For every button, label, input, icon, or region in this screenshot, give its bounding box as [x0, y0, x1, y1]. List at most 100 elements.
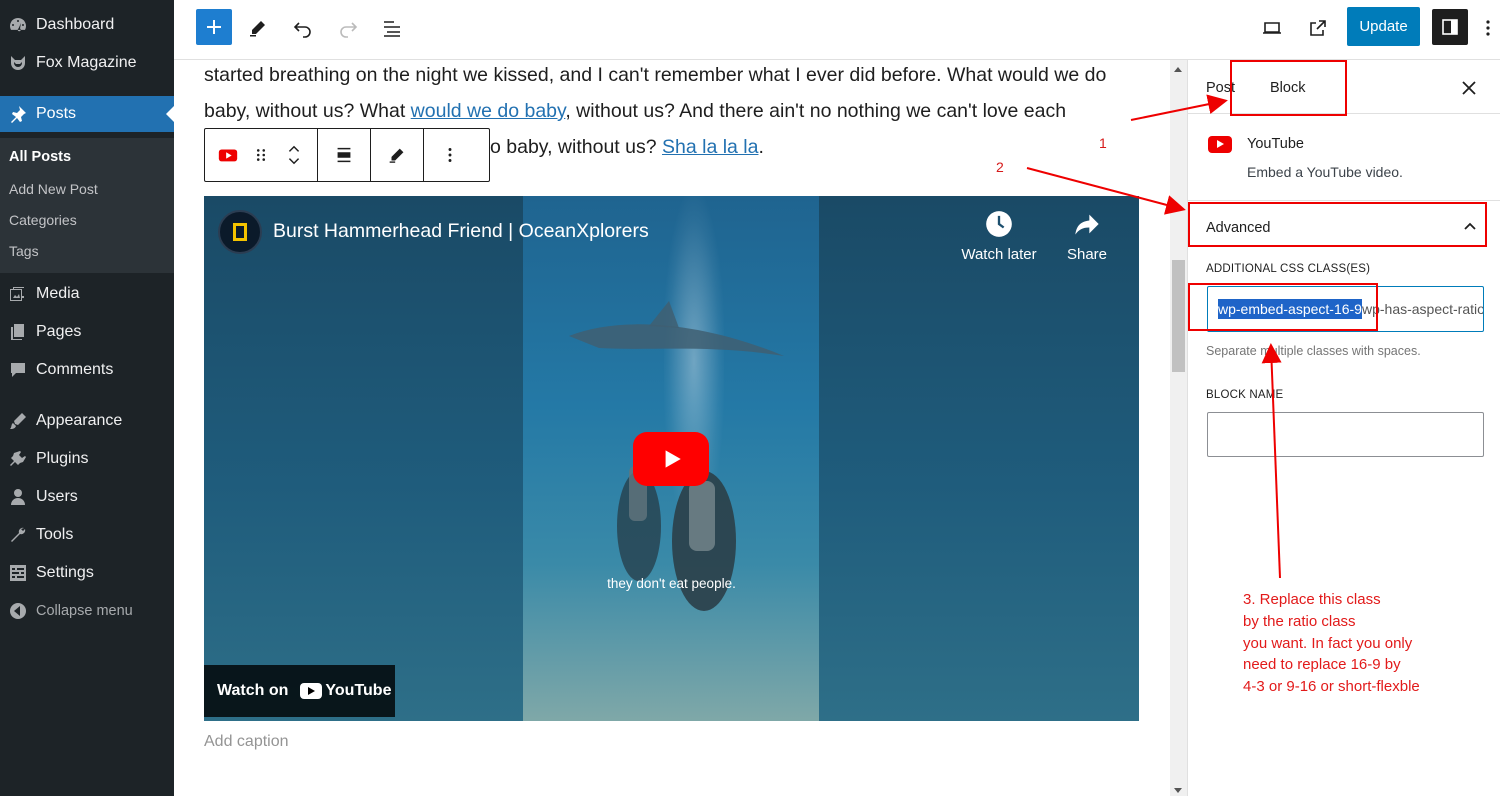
- youtube-icon: [1208, 136, 1232, 153]
- css-classes-label: ADDITIONAL CSS CLASS(ES): [1206, 263, 1371, 275]
- watch-later-button[interactable]: Watch later: [954, 210, 1044, 263]
- block-card-description: Embed a YouTube video.: [1247, 164, 1403, 180]
- youtube-logo: YouTube: [300, 682, 391, 700]
- external-link-icon: [1310, 20, 1326, 36]
- css-classes-help: Separate multiple classes with spaces.: [1206, 344, 1421, 358]
- edit-url-button[interactable]: [377, 129, 417, 181]
- pages-icon: [0, 322, 36, 342]
- users-icon: [0, 487, 36, 507]
- paragraph-line[interactable]: baby, without us? What would we do baby,…: [204, 96, 1066, 126]
- undo-button[interactable]: [285, 10, 321, 46]
- menu-media[interactable]: Media: [0, 276, 174, 312]
- annotation-number-2: 2: [996, 159, 1004, 175]
- editor-top-toolbar: Update: [174, 0, 1500, 60]
- sidebar-icon: [1442, 19, 1458, 35]
- options-menu-button[interactable]: [1470, 10, 1500, 46]
- editor-scrollbar[interactable]: [1170, 60, 1187, 796]
- share-icon: [1075, 214, 1099, 235]
- youtube-icon: [300, 683, 323, 699]
- menu-posts[interactable]: Posts: [0, 96, 174, 132]
- menu-pages[interactable]: Pages: [0, 314, 174, 350]
- document-overview-button[interactable]: [374, 10, 410, 46]
- close-icon[interactable]: [1459, 78, 1479, 98]
- block-toolbar-group: [318, 129, 371, 181]
- chevron-up-down-icon: [288, 145, 300, 165]
- block-type-button[interactable]: [211, 129, 245, 181]
- block-name-input[interactable]: [1207, 412, 1484, 457]
- youtube-icon: [218, 149, 238, 162]
- submenu-tags[interactable]: Tags: [9, 243, 39, 259]
- dashboard-icon: [0, 15, 36, 35]
- block-toolbar-group: [371, 129, 424, 181]
- scroll-up-arrow[interactable]: [1174, 67, 1182, 72]
- play-button[interactable]: [633, 432, 709, 486]
- drag-handle[interactable]: [245, 129, 277, 181]
- list-view-icon: [384, 21, 400, 37]
- align-button[interactable]: [324, 129, 364, 181]
- move-up-down-buttons[interactable]: [277, 129, 311, 181]
- menu-appearance[interactable]: Appearance: [0, 403, 174, 439]
- submenu-all-posts[interactable]: All Posts: [9, 149, 71, 165]
- paragraph-line[interactable]: started breathing on the night we kissed…: [204, 60, 1106, 90]
- more-vertical-icon: [448, 148, 452, 162]
- comments-icon: [0, 360, 36, 380]
- redo-button[interactable]: [330, 10, 366, 46]
- block-name-label: BLOCK NAME: [1206, 389, 1284, 401]
- more-vertical-icon: [1486, 20, 1490, 36]
- submenu-add-new-post[interactable]: Add New Post: [9, 181, 98, 197]
- pencil-icon: [389, 148, 404, 163]
- youtube-embed[interactable]: Burst Hammerhead Friend | OceanXplorers …: [204, 196, 1139, 721]
- caption-input[interactable]: Add caption: [204, 733, 289, 751]
- block-toolbar: [204, 128, 490, 182]
- video-title[interactable]: Burst Hammerhead Friend | OceanXplorers: [273, 220, 649, 243]
- menu-dashboard[interactable]: Dashboard: [0, 7, 174, 43]
- menu-users[interactable]: Users: [0, 479, 174, 515]
- add-block-button[interactable]: [196, 9, 232, 45]
- nat-geo-logo-icon: [233, 223, 247, 241]
- lyric-link[interactable]: Sha la la la: [662, 136, 758, 158]
- view-post-button[interactable]: [1300, 10, 1336, 46]
- lyric-link[interactable]: would we do baby: [411, 100, 566, 122]
- shark-shape: [569, 301, 784, 356]
- align-none-icon: [337, 147, 351, 163]
- collapse-menu-button[interactable]: Collapse menu: [0, 593, 174, 629]
- section-divider: [1188, 200, 1500, 201]
- scrollbar-thumb[interactable]: [1172, 260, 1185, 372]
- redo-icon: [340, 22, 358, 38]
- video-subtitle: they don't eat people.: [607, 576, 736, 591]
- plugins-icon: [0, 449, 36, 469]
- editor-canvas[interactable]: started breathing on the night we kissed…: [174, 60, 1170, 796]
- paragraph-line[interactable]: o baby, without us? Sha la la la.: [490, 132, 764, 162]
- scroll-down-arrow[interactable]: [1174, 788, 1182, 793]
- video-frame-right: [819, 196, 1139, 721]
- divers-shape: [617, 466, 736, 611]
- menu-plugins[interactable]: Plugins: [0, 441, 174, 477]
- menu-comments[interactable]: Comments: [0, 352, 174, 388]
- share-button[interactable]: Share: [1042, 210, 1132, 263]
- block-toolbar-group: [205, 129, 318, 181]
- preview-button[interactable]: [1254, 10, 1290, 46]
- undo-icon: [293, 22, 311, 38]
- posts-submenu: All Posts Add New Post Categories Tags: [0, 138, 174, 273]
- admin-menu: Dashboard Fox Magazine Posts All Posts A…: [0, 0, 174, 796]
- settings-sidebar-toggle[interactable]: [1432, 9, 1468, 45]
- annotation-number-1: 1: [1099, 135, 1107, 151]
- submenu-categories[interactable]: Categories: [9, 212, 77, 228]
- desktop-icon: [1263, 22, 1281, 34]
- menu-fox-magazine[interactable]: Fox Magazine: [0, 45, 174, 81]
- appearance-icon: [0, 411, 36, 431]
- pencil-icon: [250, 21, 265, 37]
- annotation-instruction: 3. Replace this class by the ratio class…: [1243, 591, 1420, 696]
- tools-pen-button[interactable]: [240, 10, 276, 46]
- block-toolbar-group: [424, 129, 476, 181]
- annotation-box-css-class: [1188, 283, 1378, 331]
- update-button[interactable]: Update: [1347, 7, 1420, 46]
- drag-icon: [256, 149, 266, 161]
- pin-icon: [0, 104, 36, 124]
- channel-avatar[interactable]: [218, 210, 262, 254]
- menu-settings[interactable]: Settings: [0, 555, 174, 591]
- menu-tools[interactable]: Tools: [0, 517, 174, 553]
- remaining-class-text: wp-has-aspect-ratio: [1361, 301, 1484, 317]
- block-options-button[interactable]: [430, 129, 470, 181]
- watch-on-youtube-button[interactable]: Watch on YouTube: [204, 665, 395, 717]
